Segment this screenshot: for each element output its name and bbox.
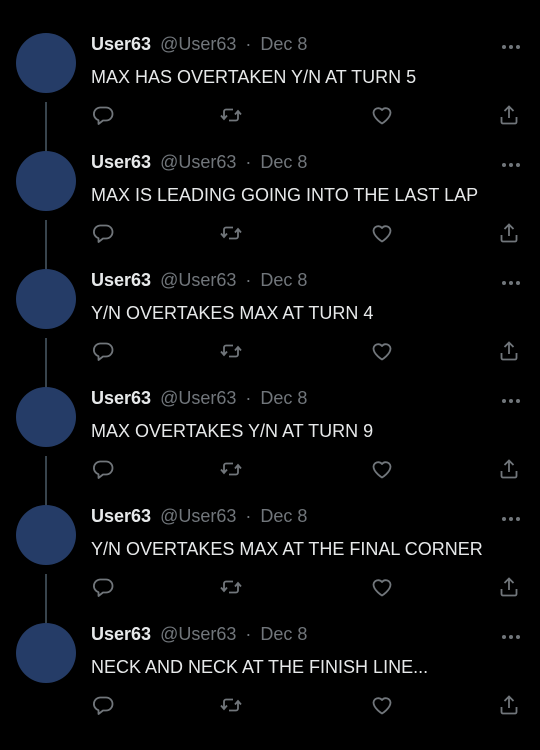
more-dots-icon[interactable] [499,39,523,49]
separator-dot: · [245,506,252,526]
heart-icon[interactable] [370,575,394,599]
heart-icon[interactable] [370,457,394,481]
tweet[interactable]: User63 @User63 · Dec 8 Y/N OVERTAKES MAX… [0,269,540,390]
tweet-actions [0,693,540,717]
tweet[interactable]: User63 @User63 · Dec 8 NECK AND NECK AT … [0,623,540,741]
display-name[interactable]: User63 [91,506,151,526]
separator-dot: · [245,152,252,172]
user-handle[interactable]: @User63 [160,270,236,290]
user-handle[interactable]: @User63 [160,388,236,408]
display-name[interactable]: User63 [91,388,151,408]
share-icon[interactable] [497,575,521,599]
user-handle[interactable]: @User63 [160,34,236,54]
user-handle[interactable]: @User63 [160,624,236,644]
tweet[interactable]: User63 @User63 · Dec 8 MAX HAS OVERTAKEN… [0,33,540,154]
retweet-icon[interactable] [219,221,243,245]
more-dots-icon[interactable] [499,157,523,167]
separator-dot: · [245,270,252,290]
display-name[interactable]: User63 [91,152,151,172]
retweet-icon[interactable] [219,575,243,599]
tweet-actions [0,339,540,363]
tweet-actions [0,221,540,245]
reply-icon[interactable] [91,457,115,481]
share-icon[interactable] [497,339,521,363]
tweet-header: User63 @User63 · Dec 8 [91,387,307,409]
user-handle[interactable]: @User63 [160,152,236,172]
avatar[interactable] [16,269,76,329]
display-name[interactable]: User63 [91,624,151,644]
separator-dot: · [245,624,252,644]
tweet-date[interactable]: Dec 8 [260,152,307,172]
tweet-text: NECK AND NECK AT THE FINISH LINE... [91,657,429,677]
tweet[interactable]: User63 @User63 · Dec 8 Y/N OVERTAKES MAX… [0,505,540,626]
tweet-header: User63 @User63 · Dec 8 [91,505,307,527]
retweet-icon[interactable] [219,339,243,363]
user-handle[interactable]: @User63 [160,506,236,526]
tweet-text: Y/N OVERTAKES MAX AT TURN 4 [91,303,374,323]
heart-icon[interactable] [370,221,394,245]
display-name[interactable]: User63 [91,270,151,290]
reply-icon[interactable] [91,339,115,363]
tweet-date[interactable]: Dec 8 [260,506,307,526]
tweet-header: User63 @User63 · Dec 8 [91,623,307,645]
separator-dot: · [245,388,252,408]
tweet[interactable]: User63 @User63 · Dec 8 MAX IS LEADING GO… [0,151,540,272]
tweet-text: MAX OVERTAKES Y/N AT TURN 9 [91,421,374,441]
retweet-icon[interactable] [219,693,243,717]
more-dots-icon[interactable] [499,511,523,521]
heart-icon[interactable] [370,103,394,127]
avatar[interactable] [16,623,76,683]
more-dots-icon[interactable] [499,629,523,639]
retweet-icon[interactable] [219,103,243,127]
tweet-actions [0,103,540,127]
share-icon[interactable] [497,221,521,245]
more-dots-icon[interactable] [499,275,523,285]
tweet-header: User63 @User63 · Dec 8 [91,151,307,173]
tweet-date[interactable]: Dec 8 [260,624,307,644]
share-icon[interactable] [497,693,521,717]
avatar[interactable] [16,505,76,565]
retweet-icon[interactable] [219,457,243,481]
tweet[interactable]: User63 @User63 · Dec 8 MAX OVERTAKES Y/N… [0,387,540,508]
avatar[interactable] [16,33,76,93]
tweet-text: MAX IS LEADING GOING INTO THE LAST LAP [91,185,479,205]
heart-icon[interactable] [370,339,394,363]
tweet-date[interactable]: Dec 8 [260,270,307,290]
reply-icon[interactable] [91,693,115,717]
tweet-date[interactable]: Dec 8 [260,34,307,54]
tweet-date[interactable]: Dec 8 [260,388,307,408]
heart-icon[interactable] [370,693,394,717]
tweet-header: User63 @User63 · Dec 8 [91,269,307,291]
avatar[interactable] [16,151,76,211]
reply-icon[interactable] [91,221,115,245]
more-dots-icon[interactable] [499,393,523,403]
tweet-thread: User63 @User63 · Dec 8 MAX HAS OVERTAKEN… [0,0,540,750]
tweet-actions [0,575,540,599]
display-name[interactable]: User63 [91,34,151,54]
share-icon[interactable] [497,457,521,481]
reply-icon[interactable] [91,103,115,127]
tweet-text: Y/N OVERTAKES MAX AT THE FINAL CORNER [91,539,483,559]
tweet-text: MAX HAS OVERTAKEN Y/N AT TURN 5 [91,67,417,87]
tweet-header: User63 @User63 · Dec 8 [91,33,307,55]
separator-dot: · [245,34,252,54]
tweet-actions [0,457,540,481]
reply-icon[interactable] [91,575,115,599]
avatar[interactable] [16,387,76,447]
share-icon[interactable] [497,103,521,127]
